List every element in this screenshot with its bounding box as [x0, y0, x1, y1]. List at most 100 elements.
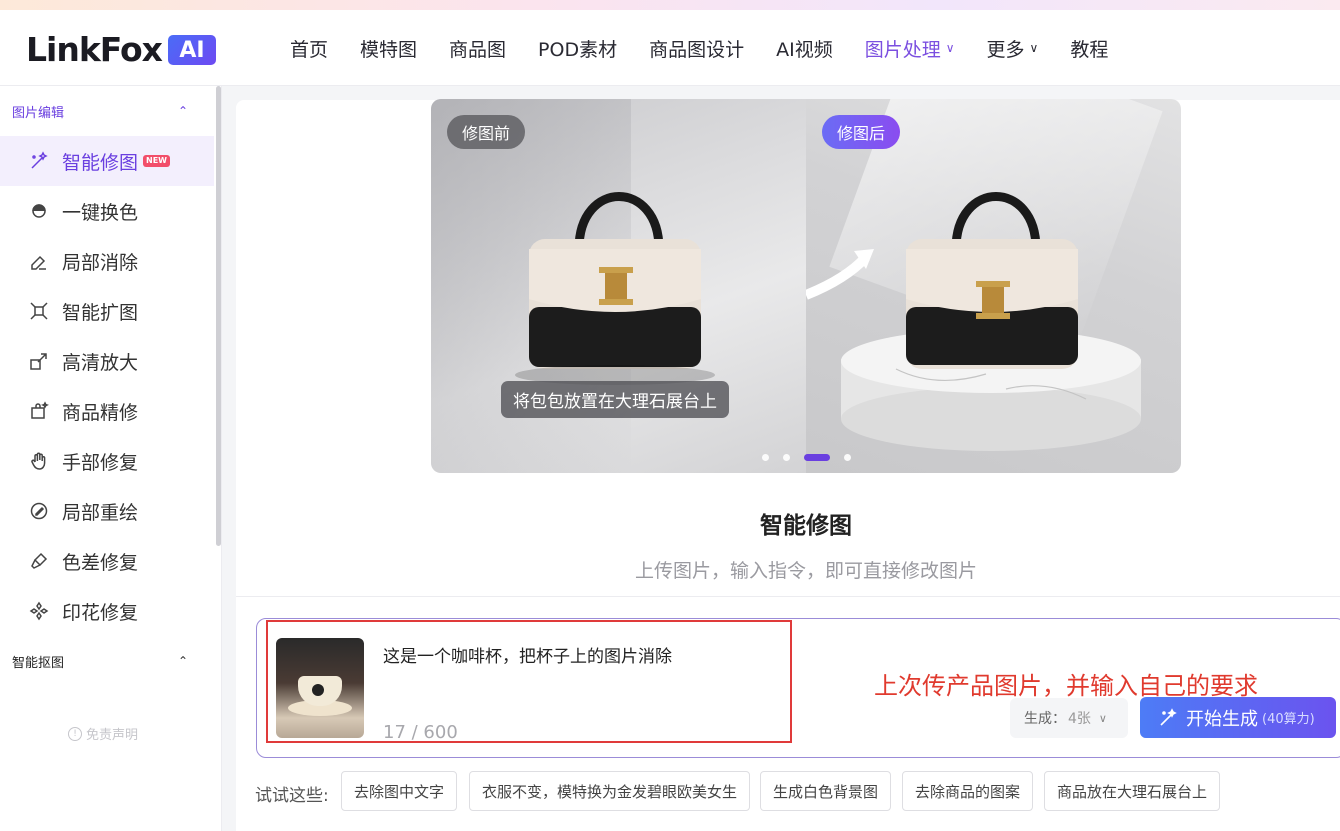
upscale-icon	[28, 350, 50, 372]
info-icon: !	[68, 726, 82, 741]
nav-label: POD素材	[538, 38, 618, 61]
carousel-dot-active[interactable]	[804, 454, 830, 461]
suggestions-label: 试试这些:	[255, 786, 329, 806]
disclaimer-label: 免责声明	[86, 728, 139, 743]
divider	[236, 596, 1340, 597]
magic-wand-icon	[28, 150, 50, 172]
count-value: 4张	[1068, 711, 1091, 727]
chevron-down-icon: ∨	[1029, 41, 1039, 55]
before-tag: 修图前	[447, 115, 526, 149]
logo-text: LinkFox	[26, 30, 163, 69]
sidebar-item-partial-erase[interactable]: 局部消除	[0, 236, 214, 286]
sidebar-item-label: 智能扩图	[62, 301, 139, 324]
sidebar-item-hd-upscale[interactable]: 高清放大	[0, 336, 214, 386]
chevron-down-icon: ∨	[945, 41, 955, 55]
carousel-dot[interactable]	[783, 454, 790, 461]
new-badge: NEW	[143, 155, 170, 167]
nav-label: 模特图	[360, 38, 418, 61]
tool-subtitle: 上传图片，输入指令，即可直接修改图片	[634, 560, 977, 582]
main-nav: 首页 模特图 商品图 POD素材 商品图设计 AI视频 图片处理 ∨ 更多 ∨ 教程	[274, 10, 1124, 86]
nav-label: 商品图设计	[649, 38, 745, 61]
carousel-dot[interactable]	[844, 454, 851, 461]
chevron-up-icon: ⌃	[177, 654, 188, 668]
sidebar-item-color-swap[interactable]: 一键换色	[0, 186, 214, 236]
after-image: 修图后	[806, 99, 1181, 473]
prompt-textarea[interactable]: 这是一个咖啡杯，把杯子上的图片消除	[383, 642, 672, 667]
nav-label: 更多	[986, 38, 1025, 61]
nav-pod-assets[interactable]: POD素材	[538, 35, 617, 62]
sidebar-item-partial-repaint[interactable]: 局部重绘	[0, 486, 214, 536]
nav-model-images[interactable]: 模特图	[360, 35, 417, 62]
sidebar-item-color-fix[interactable]: 色差修复	[0, 536, 214, 586]
nav-product-design[interactable]: 商品图设计	[649, 35, 744, 62]
sidebar-item-label: 局部重绘	[62, 501, 139, 524]
sidebar-item-label: 一键换色	[62, 201, 139, 224]
top-header: LinkFox AI 首页 模特图 商品图 POD素材 商品图设计 AI视频 图…	[0, 10, 1340, 86]
generate-count-select[interactable]: 生成： 4张 ∨	[1010, 698, 1128, 738]
before-after-banner: 修图前 将包包放置在大理石展台上 修图后	[431, 99, 1181, 473]
logo-ai-badge: AI	[167, 35, 216, 65]
sidebar-scrollbar[interactable]	[216, 86, 221, 546]
sidebar-group-image-edit[interactable]: 图片编辑 ⌃	[0, 86, 210, 136]
tool-title: 智能修图	[760, 513, 852, 539]
uploaded-image-thumbnail[interactable]	[276, 638, 364, 738]
sidebar-item-print-fix[interactable]: 印花修复	[0, 586, 214, 636]
sidebar-item-label: 智能修图	[62, 151, 139, 174]
color-swap-icon	[28, 200, 50, 222]
compute-cost: (40算力)	[1262, 712, 1315, 727]
char-counter: 17 / 600	[383, 722, 458, 743]
product-retouch-icon	[28, 400, 50, 422]
sidebar-item-product-retouch[interactable]: 商品精修	[0, 386, 214, 436]
top-gradient-strip	[0, 0, 1340, 10]
sidebar-item-label: 高清放大	[62, 351, 139, 374]
carousel-dot[interactable]	[762, 454, 769, 461]
annotation-text: 上次传产品图片，并输入自己的要求	[874, 672, 1258, 700]
disclaimer-link[interactable]: ! 免责声明	[68, 724, 138, 743]
carousel-dots	[755, 454, 858, 461]
sidebar-group-smart-cutout[interactable]: 智能抠图 ⌃	[0, 636, 210, 686]
nav-label: AI视频	[776, 38, 833, 61]
sidebar-item-label: 商品精修	[62, 401, 139, 424]
repaint-icon	[28, 500, 50, 522]
eraser-icon	[28, 250, 50, 272]
nav-more[interactable]: 更多 ∨	[987, 35, 1039, 62]
nav-home[interactable]: 首页	[290, 35, 328, 62]
start-generate-button[interactable]: 开始生成 (40算力)	[1140, 697, 1336, 738]
nav-label: 首页	[290, 38, 329, 61]
banner-caption: 将包包放置在大理石展台上	[501, 381, 729, 418]
start-generate-label: 开始生成	[1186, 708, 1258, 730]
sidebar-item-smart-retouch[interactable]: 智能修图 NEW	[0, 136, 214, 186]
hand-icon	[28, 450, 50, 472]
nav-ai-video[interactable]: AI视频	[776, 35, 833, 62]
chevron-up-icon: ⌃	[177, 104, 188, 118]
print-fix-icon	[28, 600, 50, 622]
sidebar-group-label: 智能抠图	[12, 655, 65, 671]
cup-print-shape	[312, 684, 324, 696]
sidebar: 图片编辑 ⌃ 智能修图 NEW 一键换色 局部消除 智能扩图 高清放大 商品精修…	[0, 86, 222, 831]
after-tag: 修图后	[822, 115, 901, 149]
chevron-down-icon: ∨	[1098, 711, 1107, 725]
nav-label: 图片处理	[864, 38, 941, 61]
before-image: 修图前 将包包放置在大理石展台上	[431, 99, 806, 473]
nav-label: 商品图	[449, 38, 507, 61]
sidebar-item-smart-expand[interactable]: 智能扩图	[0, 286, 214, 336]
handbag-on-marble-illustration	[806, 192, 1141, 451]
suggestion-chip[interactable]: 商品放在大理石展台上	[1044, 771, 1221, 811]
sidebar-item-hand-repair[interactable]: 手部修复	[0, 436, 214, 486]
sidebar-item-label: 色差修复	[62, 551, 139, 574]
suggestion-chip[interactable]: 去除图中文字	[341, 771, 458, 811]
nav-label: 教程	[1070, 38, 1109, 61]
suggestion-chip[interactable]: 生成白色背景图	[760, 771, 892, 811]
magic-wand-icon	[1160, 707, 1177, 726]
sidebar-group-label: 图片编辑	[12, 105, 65, 121]
nav-product-images[interactable]: 商品图	[449, 35, 506, 62]
nav-image-processing[interactable]: 图片处理 ∨	[865, 35, 955, 62]
suggestion-chip[interactable]: 去除商品的图案	[902, 771, 1034, 811]
logo[interactable]: LinkFox AI	[26, 32, 216, 68]
suggestion-chip[interactable]: 衣服不变，模特换为金发碧眼欧美女生	[469, 771, 751, 811]
count-label: 生成：	[1024, 711, 1066, 727]
sidebar-item-label: 印花修复	[62, 601, 139, 624]
nav-tutorial[interactable]: 教程	[1070, 35, 1108, 62]
sidebar-item-label: 手部修复	[62, 451, 139, 474]
sidebar-item-label: 局部消除	[62, 251, 139, 274]
